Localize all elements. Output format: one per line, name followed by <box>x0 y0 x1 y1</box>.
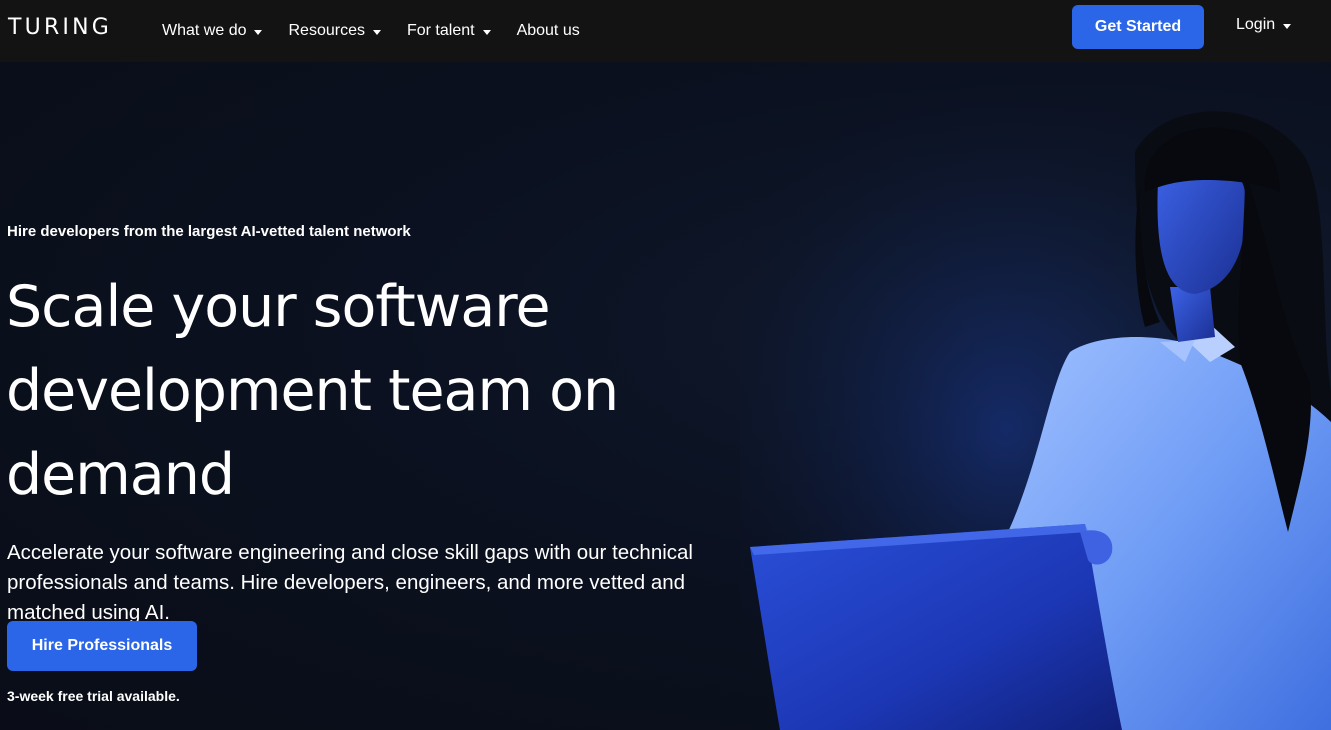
nav-item-for-talent[interactable]: For talent <box>407 22 491 40</box>
nav-item-about-us[interactable]: About us <box>517 22 580 40</box>
subtext-line: Accelerate your software engineering and… <box>7 541 693 564</box>
hero-eyebrow: Hire developers from the largest AI-vett… <box>7 223 411 240</box>
nav-item-resources[interactable]: Resources <box>288 22 381 40</box>
nav-item-label: About us <box>516 22 580 39</box>
chevron-down-icon <box>482 29 491 35</box>
page: TURING What we do Resources For talent A… <box>0 0 1331 730</box>
nav-item-label: Resources <box>288 22 365 39</box>
chevron-down-icon <box>254 29 263 35</box>
main-nav: What we do Resources For talent About us <box>162 0 606 62</box>
hero-subtext: Accelerate your software engineering and… <box>7 538 797 628</box>
top-navbar: TURING What we do Resources For talent A… <box>0 0 1331 62</box>
nav-item-label: For talent <box>406 22 475 39</box>
login-label: Login <box>1236 16 1276 33</box>
hero-section: Hire developers from the largest AI-vett… <box>0 62 1331 730</box>
nav-item-what-we-do[interactable]: What we do <box>162 22 263 40</box>
headline-line: demand <box>6 442 235 508</box>
turing-logo[interactable]: TURING <box>8 15 112 40</box>
hire-professionals-button[interactable]: Hire Professionals <box>7 621 197 671</box>
get-started-button[interactable]: Get Started <box>1072 5 1204 49</box>
hero-headline: Scale your software development team on … <box>6 265 706 517</box>
headline-line: Scale your software <box>6 274 551 340</box>
subtext-line: professionals and teams. Hire developers… <box>7 571 686 594</box>
headline-line: development team on <box>6 358 619 424</box>
login-menu[interactable]: Login <box>1236 16 1292 34</box>
trial-note: 3-week free trial available. <box>7 688 180 704</box>
chevron-down-icon <box>372 29 381 35</box>
chevron-down-icon <box>1283 23 1292 29</box>
hero-image <box>740 62 1331 730</box>
nav-item-label: What we do <box>162 22 247 39</box>
